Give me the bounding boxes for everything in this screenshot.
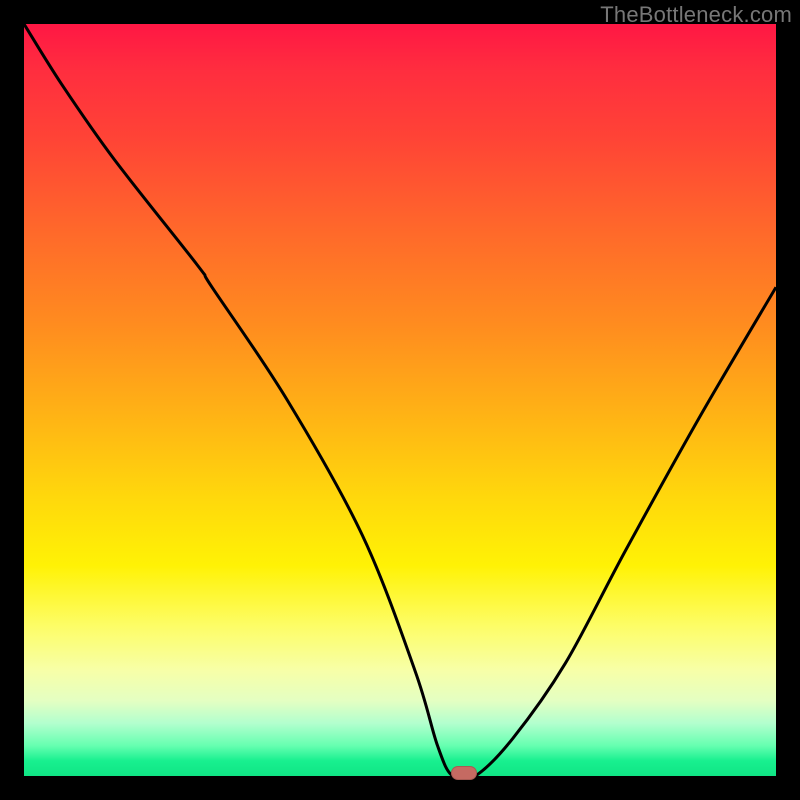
chart-frame: TheBottleneck.com	[0, 0, 800, 800]
plot-area	[24, 24, 776, 776]
bottleneck-curve-path	[24, 24, 776, 776]
minimum-marker	[451, 766, 477, 780]
curve-svg	[24, 24, 776, 776]
